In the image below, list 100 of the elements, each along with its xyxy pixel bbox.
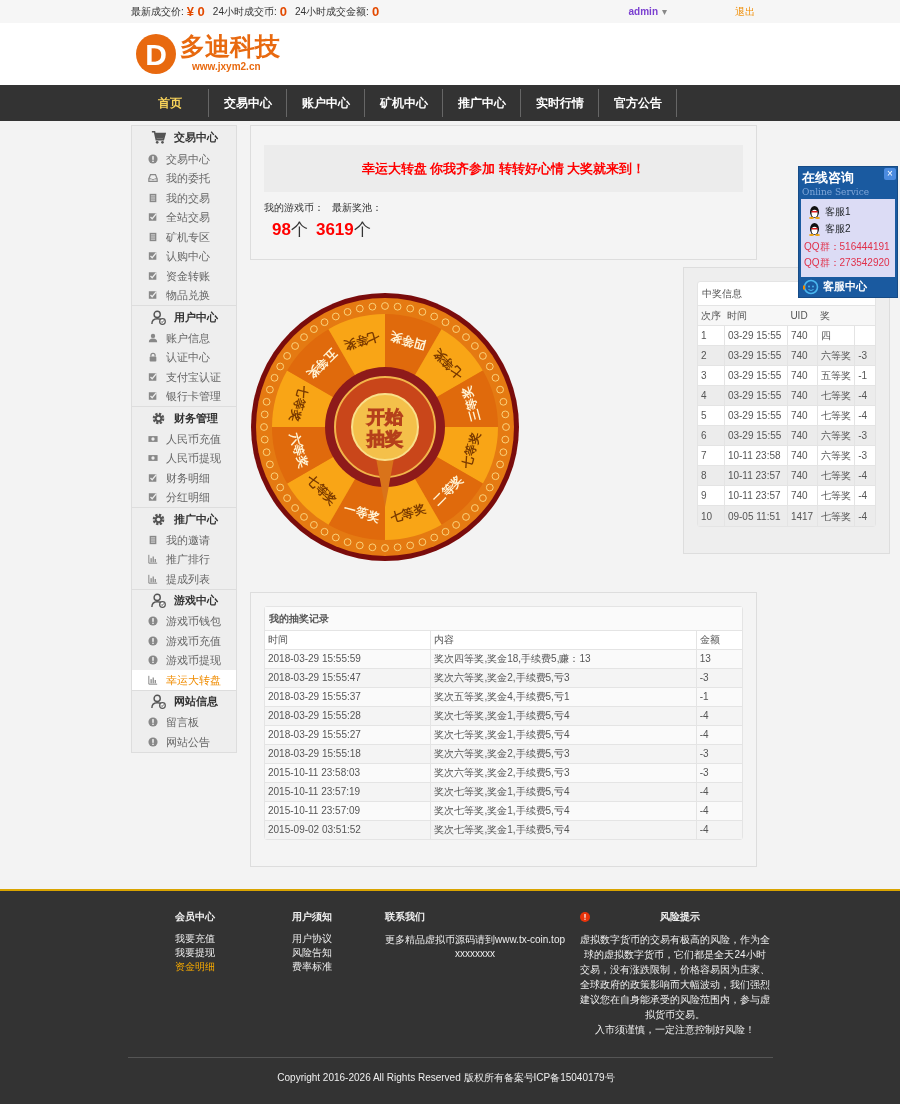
sidebar-item[interactable]: 游戏币提现 [132,650,236,670]
table-cell: -4 [854,385,875,406]
headset-icon [803,279,819,295]
table-cell: 03-29 15:55 [724,385,788,406]
sidebar-item[interactable]: 认证中心 [132,347,236,367]
footer-link[interactable]: 我要提现 [175,946,215,960]
table-cell: 2015-10-11 23:57:19 [265,782,431,801]
sidebar-item[interactable]: 资金转账 [132,266,236,286]
table-cell: -4 [854,505,875,526]
table-cell: 七等奖 [817,385,855,406]
sidebar-item[interactable]: 提成列表 [132,569,236,589]
footer-link[interactable]: 资金明细 [175,960,215,974]
nav-link-item[interactable]: 交易中心 [209,89,287,117]
promo-banner: 幸运大转盘 你我齐参加 转转好心情 大奖就来到！ [264,145,743,192]
table-cell: 奖次六等奖,奖金2,手续费5,亏3 [430,763,697,782]
sidebar-item[interactable]: 游戏币钱包 [132,611,236,631]
table-cell: 奖次六等奖,奖金2,手续费5,亏3 [430,668,697,687]
table-cell: 740 [787,465,818,486]
chat-agent-link[interactable]: 客服1 [804,203,892,220]
table-cell: 2018-03-29 15:55:28 [265,706,431,725]
table-cell: 03-29 15:55 [724,425,788,446]
table-cell: -3 [854,345,875,366]
qq-group-number: QQ群：273542920 [804,257,890,269]
user-icon [150,309,166,325]
sidebar-item[interactable]: 认购中心 [132,246,236,266]
table-cell: -4 [696,820,742,839]
nav-link-item[interactable]: 首页 [131,89,209,117]
footer-link[interactable]: 费率标准 [292,960,332,974]
info-icon [148,736,158,747]
checkbox-icon [148,270,158,281]
table-cell: 2018-03-29 15:55:59 [265,649,431,668]
user-icon [150,694,166,709]
sidebar-item[interactable]: 网站公告 [132,732,236,752]
checkbox-icon [148,391,158,402]
checkbox-icon [148,251,158,262]
footer-link[interactable]: 用户协议 [292,932,332,946]
logo-name: 多迪科技 [180,34,280,59]
table-cell: 1417 [787,505,818,526]
nav-link-item[interactable]: 实时行情 [521,89,599,117]
sidebar-item[interactable]: 账户信息 [132,328,236,348]
sidebar-group-title: 网站信息 [173,694,218,710]
service-subtitle: Online Service [802,187,870,197]
balance-value: 3619个 [315,219,371,241]
risk-warning-text: 入市须谨慎，一定注意控制好风险！ [594,1023,756,1037]
logo-url: www.jxym2.cn [192,60,262,74]
logo-badge: D [136,34,176,74]
table-title: 我的抽奖记录 [269,612,329,624]
nav-link-item[interactable]: 推广中心 [443,89,521,117]
service-center-link[interactable]: 客服中心 [799,277,897,297]
nav-link-item[interactable]: 官方公告 [599,89,677,117]
prize-label: 七等奖 [430,345,466,382]
warning-icon [580,911,590,922]
user-menu[interactable]: admin ▾ [628,4,667,19]
close-button[interactable]: × [884,168,896,180]
sidebar-item[interactable]: 物品兑换 [132,285,236,305]
table-cell: 2018-03-29 15:55:37 [265,687,431,706]
table-cell: 4 [698,385,725,406]
balance-value: 98个 [272,219,308,241]
sidebar-group-title: 交易中心 [173,130,218,146]
footer-link[interactable]: 风险告知 [292,946,332,960]
sidebar-item[interactable]: 我的委托 [132,168,236,188]
table-cell: 六等奖 [817,425,855,446]
nav-link-item[interactable]: 矿机中心 [365,89,443,117]
sidebar-item[interactable]: 支付宝认证 [132,367,236,387]
sidebar-group-title: 游戏中心 [173,593,218,609]
column-header: 次序 [698,305,725,325]
nav-link-item[interactable]: 账户中心 [287,89,365,117]
sidebar-item[interactable]: 推广排行 [132,549,236,569]
chat-agent-link[interactable]: 客服2 [804,220,892,237]
stat-value: 0 [371,2,380,21]
table-cell: 2015-09-02 03:51:52 [265,820,431,839]
sidebar-item[interactable]: 银行卡管理 [132,386,236,406]
sidebar-item[interactable]: 矿机专区 [132,227,236,247]
sidebar-item[interactable]: 我的交易 [132,188,236,208]
balance-label: 最新奖池： [332,201,382,215]
table-cell: 10 [698,505,725,526]
footer-link[interactable]: 我要充值 [175,932,215,946]
table-cell: -4 [696,801,742,820]
info-icon [148,153,158,164]
sidebar-item[interactable]: 财务明细 [132,468,236,488]
sidebar-item[interactable]: 留言板 [132,712,236,732]
table-cell: 奖次七等奖,奖金1,手续费5,亏4 [430,782,697,801]
table-cell: 2018-03-29 15:55:27 [265,725,431,744]
column-header: UID [787,305,818,325]
sidebar-item[interactable]: 游戏币充值 [132,631,236,651]
table-cell: 8 [698,465,725,486]
sidebar-item[interactable]: 人民币提现 [132,448,236,468]
sidebar-group-title: 财务管理 [173,410,218,426]
table-cell: 6 [698,425,725,446]
table-cell: -3 [696,668,742,687]
sidebar-item[interactable]: 分红明细 [132,487,236,507]
table-cell: 03-29 15:55 [724,345,788,366]
table-cell: 奖次七等奖,奖金1,手续费5,亏4 [430,801,697,820]
sidebar-item[interactable]: 人民币充值 [132,429,236,449]
sidebar-item[interactable]: 交易中心 [132,149,236,169]
penguin-icon [808,204,821,219]
prize-label: 七等奖 [287,384,311,423]
footer-column-title: 风险提示 [660,910,700,924]
sidebar-item[interactable]: 全站交易 [132,207,236,227]
sidebar-item[interactable]: 我的邀请 [132,530,236,550]
